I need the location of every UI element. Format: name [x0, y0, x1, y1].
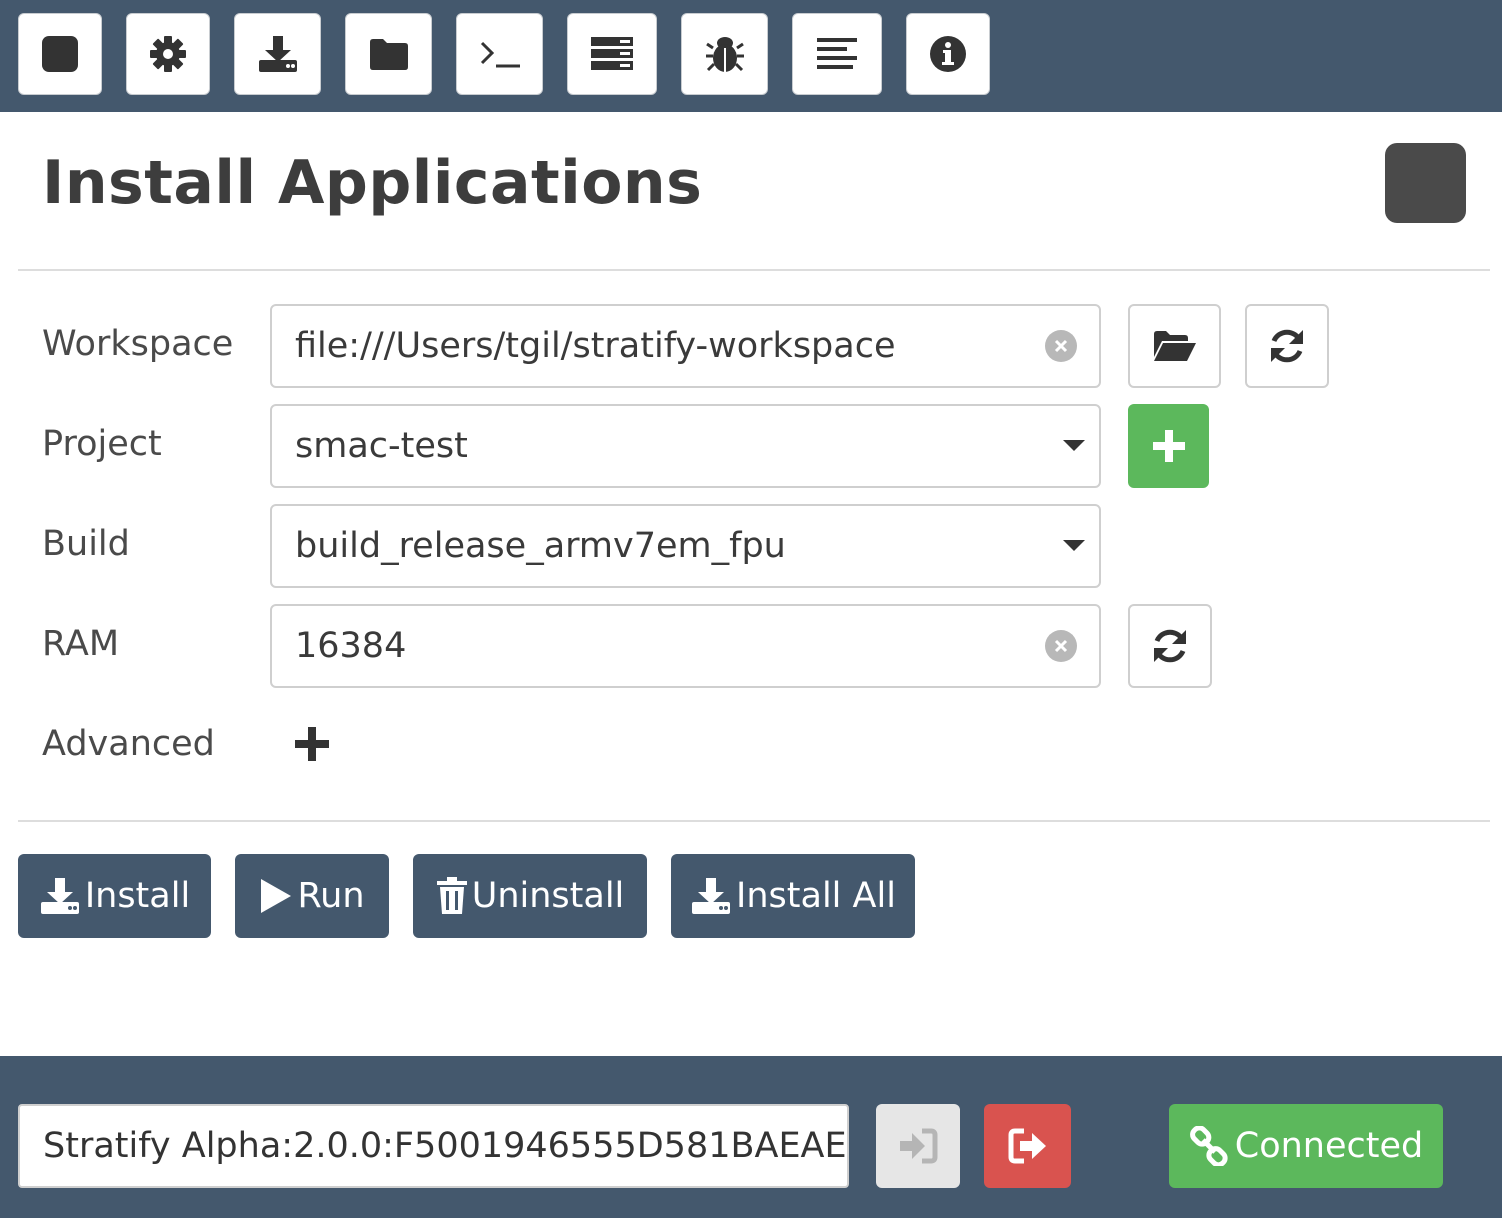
settings-button[interactable] [126, 13, 210, 95]
workspace-input[interactable]: file:///Users/tgil/stratify-workspace [270, 304, 1101, 388]
link-icon [1189, 1126, 1228, 1166]
ram-label: RAM [42, 624, 120, 664]
trash-icon [436, 877, 467, 914]
install-tool-button[interactable] [234, 13, 321, 95]
page-title: Install Applications [42, 148, 703, 218]
refresh-icon [1154, 629, 1186, 663]
stop-button[interactable] [18, 13, 102, 95]
build-select[interactable]: build_release_armv7em_fpu [270, 504, 1101, 588]
advanced-label: Advanced [42, 724, 215, 764]
debug-button[interactable] [681, 13, 768, 95]
sign-out-icon [1008, 1128, 1046, 1164]
bug-icon [705, 37, 744, 72]
files-button[interactable] [345, 13, 432, 95]
align-left-icon [817, 38, 857, 69]
folder-icon [369, 39, 408, 70]
uninstall-button[interactable]: Uninstall [413, 854, 647, 938]
stop-indicator[interactable] [1385, 143, 1466, 223]
clear-icon[interactable] [1045, 630, 1077, 662]
folder-open-icon [1153, 331, 1196, 361]
server-list-icon [591, 37, 633, 70]
about-button[interactable] [906, 13, 990, 95]
connect-button [876, 1104, 960, 1188]
download-install-icon [692, 878, 731, 914]
workspace-label: Workspace [42, 324, 234, 364]
add-project-button[interactable] [1128, 404, 1209, 488]
connected-status-button[interactable]: Connected [1169, 1104, 1443, 1188]
divider [18, 269, 1490, 271]
download-install-icon [258, 36, 297, 72]
plus-icon [1152, 430, 1185, 462]
download-install-icon [40, 878, 79, 914]
divider [18, 820, 1490, 822]
device-value: Stratify Alpha:2.0.0:F5001946555D581BAEA… [43, 1126, 849, 1166]
browse-workspace-button[interactable] [1128, 304, 1221, 388]
project-label: Project [42, 424, 162, 464]
terminal-icon [480, 41, 520, 68]
refresh-workspace-button[interactable] [1245, 304, 1329, 388]
project-select[interactable]: smac-test [270, 404, 1101, 488]
workspace-value: file:///Users/tgil/stratify-workspace [295, 326, 896, 366]
install-button[interactable]: Install [18, 854, 211, 938]
uninstall-label: Uninstall [471, 876, 625, 916]
top-toolbar [0, 0, 1502, 112]
log-button[interactable] [792, 13, 882, 95]
install-all-label: Install All [736, 876, 896, 916]
device-select[interactable]: Stratify Alpha:2.0.0:F5001946555D581BAEA… [18, 1104, 849, 1188]
refresh-ram-button[interactable] [1128, 604, 1212, 688]
stop-square-icon [42, 36, 78, 72]
clear-icon[interactable] [1045, 330, 1077, 362]
connected-label: Connected [1234, 1126, 1424, 1166]
ram-value: 16384 [295, 626, 407, 666]
play-icon [261, 879, 292, 913]
run-label: Run [297, 876, 365, 916]
caret-down-icon [1063, 540, 1085, 551]
project-value: smac-test [295, 426, 468, 466]
sign-in-icon [900, 1128, 938, 1164]
gear-icon [150, 36, 186, 72]
caret-down-icon [1063, 440, 1085, 451]
install-all-button[interactable]: Install All [671, 854, 915, 938]
terminal-button[interactable] [456, 13, 543, 95]
disconnect-button[interactable] [984, 1104, 1071, 1188]
expand-advanced-button[interactable] [294, 726, 330, 766]
install-label: Install [84, 876, 191, 916]
ram-input[interactable]: 16384 [270, 604, 1101, 688]
refresh-icon [1271, 329, 1303, 363]
build-label: Build [42, 524, 130, 564]
info-icon [930, 36, 966, 72]
run-button[interactable]: Run [235, 854, 389, 938]
build-value: build_release_armv7em_fpu [295, 526, 786, 566]
server-button[interactable] [567, 13, 657, 95]
plus-icon [295, 727, 329, 761]
